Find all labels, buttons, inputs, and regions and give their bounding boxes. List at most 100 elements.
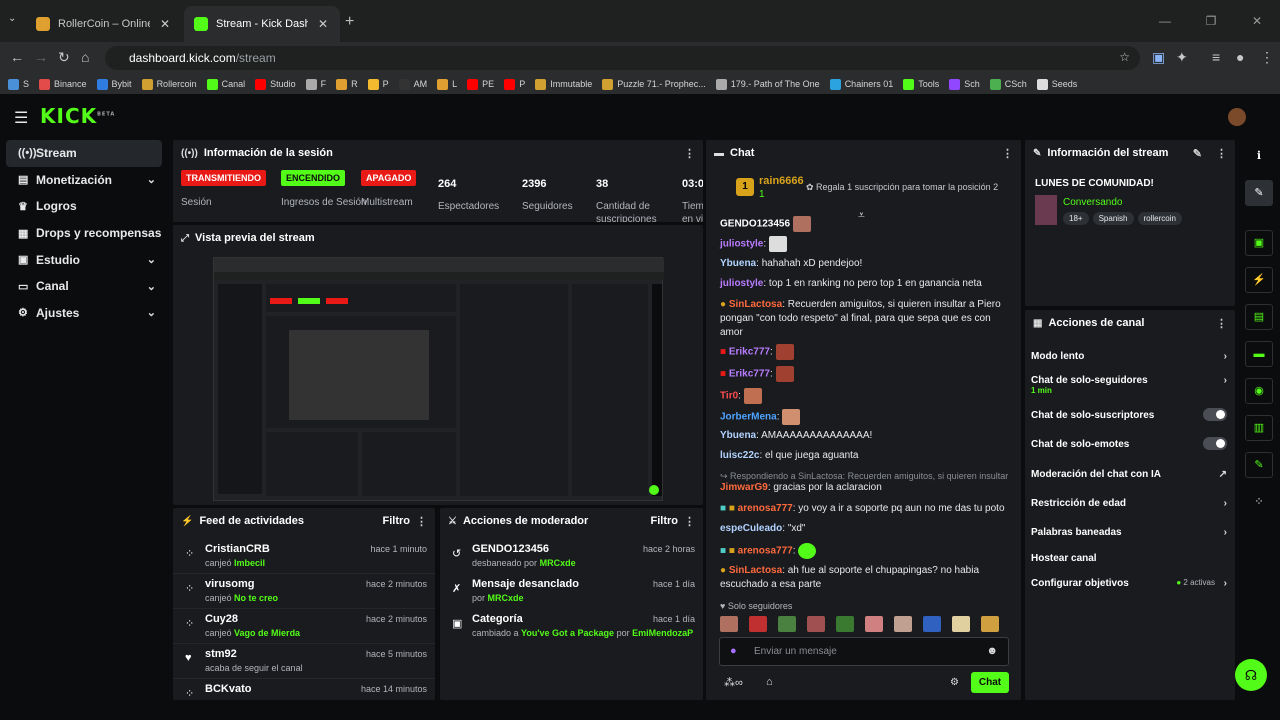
extension-icon[interactable]: ▣ [1152, 49, 1165, 66]
more-actions-icon[interactable]: ⁘ [1245, 490, 1273, 516]
chat-username[interactable]: luisc22c [720, 450, 759, 461]
edit-stream-icon[interactable]: ✎ [1245, 180, 1273, 206]
emote-icon[interactable] [807, 616, 825, 632]
url-bar[interactable]: dashboard.kick.com/stream ☆ [105, 46, 1140, 70]
bookmark-item[interactable]: Chainers 01 [829, 78, 893, 90]
category-thumbnail[interactable] [1035, 195, 1057, 225]
emote-icon[interactable] [749, 616, 767, 632]
top-gifter-name[interactable]: rain6666 [759, 175, 804, 187]
more-menu-icon[interactable]: ⋮ [1216, 317, 1227, 330]
emote-icon[interactable] [981, 616, 999, 632]
more-menu-icon[interactable]: ⋮ [1002, 147, 1013, 160]
chat-username[interactable]: SinLactosa [729, 565, 782, 576]
chat-username[interactable]: juliostyle [720, 239, 763, 250]
close-window-icon[interactable]: ✕ [1234, 14, 1280, 28]
chat-username[interactable]: juliostyle [720, 278, 763, 289]
filter-button[interactable]: Filtro [651, 515, 679, 527]
bookmark-item[interactable]: P [367, 78, 389, 90]
clip-icon[interactable]: ▣ [1245, 230, 1273, 256]
chat-username[interactable]: arenosa777 [738, 546, 793, 557]
bookmark-star-icon[interactable]: ☆ [1119, 50, 1130, 64]
channel-points-icon[interactable]: ⁂∞ [724, 676, 743, 689]
sidebar-item-logros[interactable]: ♛ Logros [6, 193, 162, 220]
bookmark-item[interactable]: Binance [39, 78, 87, 90]
tag[interactable]: 18+ [1063, 212, 1089, 225]
emote-icon[interactable] [836, 616, 854, 632]
emote-icon[interactable] [778, 616, 796, 632]
home-icon[interactable]: ⌂ [81, 49, 89, 65]
close-tab-icon[interactable]: ✕ [158, 17, 172, 31]
chat-username[interactable]: arenosa777 [738, 503, 793, 514]
bookmark-item[interactable]: S [8, 78, 29, 90]
action-ai-moderation[interactable]: Moderación del chat con IA ↗ [1031, 469, 1227, 480]
more-menu-icon[interactable]: ⋮ [684, 515, 695, 528]
bookmark-item[interactable]: P [504, 78, 525, 90]
action-followers-only[interactable]: Chat de solo-seguidores 1 min › [1031, 375, 1227, 395]
bookmark-item[interactable]: CSch [989, 78, 1027, 90]
kick-logo[interactable]: KICKBETA [40, 104, 115, 128]
more-menu-icon[interactable]: ⋮ [1216, 147, 1227, 160]
stream-preview-video[interactable] [213, 257, 664, 501]
chat-username[interactable]: JimwarG9 [720, 482, 768, 493]
chat-username[interactable]: espeCuleado [720, 523, 782, 534]
sidebar-item-canal[interactable]: ▭ Canal ⌄ [6, 273, 162, 300]
chat-username[interactable]: Ybuena [720, 258, 756, 269]
profile-icon[interactable]: ● [1236, 49, 1244, 65]
bookmark-item[interactable]: Tools [903, 78, 939, 90]
store-icon[interactable]: ⌂ [766, 676, 773, 688]
send-chat-button[interactable]: Chat [971, 672, 1009, 693]
wrench-icon[interactable]: ✎ [1245, 452, 1273, 478]
emote-icon[interactable] [923, 616, 941, 632]
sidebar-item-drops[interactable]: ▦ Drops y recompensas [6, 220, 162, 247]
emote-icon[interactable] [894, 616, 912, 632]
forward-icon[interactable]: → [34, 49, 48, 65]
feed-user[interactable]: CristianCRB [205, 543, 270, 555]
bookmark-item[interactable]: Studio [255, 78, 296, 90]
sidebar-item-monetizacion[interactable]: ▤ Monetización ⌄ [6, 167, 162, 194]
stream-category[interactable]: Conversando [1063, 197, 1122, 208]
emote-icon[interactable] [952, 616, 970, 632]
subs-only-toggle[interactable] [1203, 408, 1227, 421]
info-icon[interactable]: ℹ [1245, 144, 1273, 170]
lightning-icon[interactable]: ⚡ [1245, 267, 1273, 293]
tab-kick-dashboard[interactable]: Stream - Kick Dashboard ✕ [184, 6, 340, 42]
bookmark-item[interactable]: Immutable [535, 78, 592, 90]
emote-icon[interactable] [865, 616, 883, 632]
emote-icon[interactable] [720, 616, 738, 632]
bookmark-item[interactable]: Bybit [96, 78, 132, 90]
more-menu-icon[interactable]: ⋮ [416, 515, 427, 528]
filter-button[interactable]: Filtro [383, 515, 411, 527]
chat-username[interactable]: JorberMena [720, 412, 777, 423]
sidebar-item-stream[interactable]: ((•)) Stream [6, 140, 162, 167]
feed-user[interactable]: stm92 [205, 648, 237, 660]
support-headset-icon[interactable]: ☊ [1235, 659, 1267, 691]
back-icon[interactable]: ← [10, 49, 24, 65]
bookmark-item[interactable]: PE [467, 78, 494, 90]
chat-username[interactable]: SinLactosa [729, 299, 782, 310]
microphone-icon[interactable]: ● [730, 645, 737, 657]
bookmark-item[interactable]: Rollercoin [141, 78, 197, 90]
bookmark-item[interactable]: Seeds [1036, 78, 1077, 90]
tag[interactable]: Spanish [1092, 212, 1134, 225]
mod-item[interactable]: You've Got a Package [521, 628, 614, 638]
mod-user[interactable]: EmiMendozaP [632, 628, 693, 638]
mod-target[interactable]: GENDO123456 [472, 543, 549, 555]
bookmark-item[interactable]: L [437, 78, 457, 90]
mod-user[interactable]: MRCxde [488, 593, 524, 603]
sidebar-item-estudio[interactable]: ▣ Estudio ⌄ [6, 246, 162, 273]
chat-username[interactable]: Erikc777 [729, 369, 770, 380]
reload-icon[interactable]: ↻ [58, 49, 70, 66]
action-banned-words[interactable]: Palabras baneadas › [1031, 527, 1227, 538]
tab-rollercoin[interactable]: RollerCoin – Online Bitcoin Mi ✕ [26, 6, 182, 42]
sidebar-item-ajustes[interactable]: ⚙ Ajustes ⌄ [6, 300, 162, 327]
feed-user[interactable]: BCKvato [205, 683, 251, 695]
broadcast-icon[interactable]: ◉ [1245, 378, 1273, 404]
chat-username[interactable]: Tir0 [720, 391, 738, 402]
gift-sub-prompt[interactable]: ✿ Regala 1 suscripción para tomar la pos… [806, 182, 998, 193]
minimize-icon[interactable]: — [1142, 14, 1188, 28]
emotes-only-toggle[interactable] [1203, 437, 1227, 450]
feed-user[interactable]: virusomg [205, 578, 255, 590]
feed-user[interactable]: Cuy28 [205, 613, 238, 625]
action-goals[interactable]: Configurar objetivos ● 2 activas › [1031, 578, 1227, 589]
tab-list-icon[interactable]: ⌄ [8, 13, 16, 24]
